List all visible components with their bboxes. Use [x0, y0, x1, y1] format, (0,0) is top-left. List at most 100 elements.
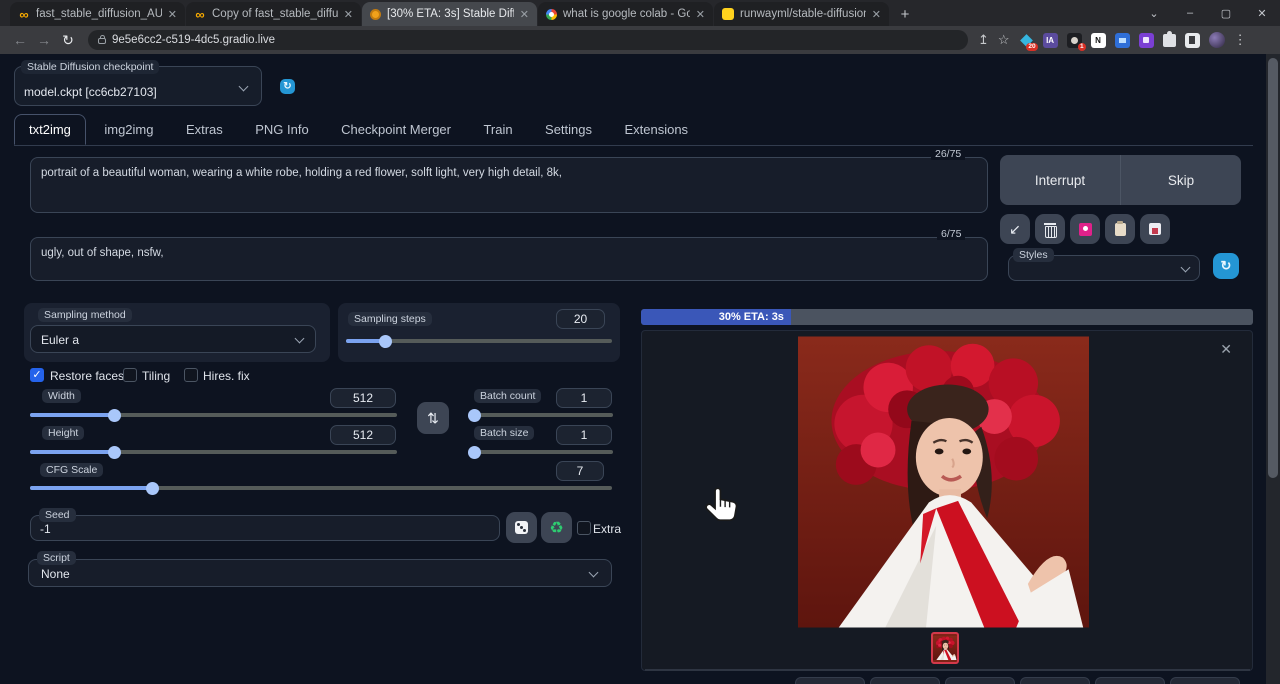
- width-slider[interactable]: [30, 413, 397, 417]
- styles-refresh-button[interactable]: ↻: [1213, 253, 1239, 279]
- kebab-menu-icon[interactable]: ⋮: [1234, 32, 1247, 48]
- paste-generation-params-button[interactable]: ↙: [1000, 214, 1030, 244]
- styles-dropdown[interactable]: Styles: [1008, 255, 1200, 281]
- extension-pin-icon[interactable]: 20: [1019, 33, 1034, 48]
- close-window-button[interactable]: ✕: [1244, 7, 1280, 20]
- tab-close-icon[interactable]: ✕: [344, 8, 353, 21]
- width-value[interactable]: 512: [330, 388, 396, 408]
- prompt-textarea[interactable]: portrait of a beautiful woman, wearing a…: [30, 157, 988, 213]
- output-button-stub[interactable]: [1020, 677, 1090, 684]
- extension-ia-icon[interactable]: IA: [1043, 33, 1058, 48]
- output-button-stub[interactable]: [945, 677, 1015, 684]
- gallery-thumbnail[interactable]: [931, 632, 959, 664]
- batch-size-value[interactable]: 1: [556, 425, 612, 445]
- slider-thumb[interactable]: [108, 409, 121, 422]
- seed-input[interactable]: Seed -1: [30, 515, 500, 541]
- slider-thumb[interactable]: [146, 482, 159, 495]
- generated-image-preview[interactable]: [798, 336, 1089, 628]
- batch-count-slider[interactable]: [468, 413, 613, 417]
- extension-notion-icon[interactable]: N: [1091, 33, 1106, 48]
- tab-close-icon[interactable]: ✕: [168, 8, 177, 21]
- reload-icon[interactable]: ↻: [56, 32, 80, 49]
- tiling-checkbox[interactable]: [123, 368, 137, 382]
- restore-faces-checkbox[interactable]: ✓: [30, 368, 44, 382]
- tab-search-icon[interactable]: ⌄: [1136, 7, 1172, 20]
- hires-fix-checkbox[interactable]: [184, 368, 198, 382]
- skip-button[interactable]: Skip: [1121, 155, 1241, 205]
- batch-count-value[interactable]: 1: [556, 388, 612, 408]
- extra-networks-button[interactable]: [1070, 214, 1100, 244]
- slider-thumb[interactable]: [379, 335, 392, 348]
- output-button-stub[interactable]: [1095, 677, 1165, 684]
- minimize-button[interactable]: –: [1172, 7, 1208, 19]
- tab-title: [30% ETA: 3s] Stable Diffusion: [387, 8, 514, 20]
- save-style-button[interactable]: [1140, 214, 1170, 244]
- height-value[interactable]: 512: [330, 425, 396, 445]
- tab-close-icon[interactable]: ✕: [520, 8, 529, 21]
- cfg-scale-value[interactable]: 7: [556, 461, 604, 481]
- tab-txt2img[interactable]: txt2img: [14, 114, 86, 145]
- bookmark-star-icon[interactable]: ☆: [998, 32, 1010, 48]
- sampling-steps-slider[interactable]: [346, 339, 612, 343]
- reuse-seed-button[interactable]: ♻: [541, 512, 572, 543]
- back-icon[interactable]: ←: [8, 32, 32, 48]
- apply-style-button[interactable]: [1105, 214, 1135, 244]
- tab-extensions[interactable]: Extensions: [610, 115, 702, 144]
- script-dropdown[interactable]: Script None: [28, 559, 612, 587]
- browser-tab-huggingface[interactable]: runwayml/stable-diffusion-v1 ✕: [714, 2, 889, 26]
- negative-prompt-text: ugly, out of shape, nsfw,: [41, 247, 164, 259]
- negative-prompt-textarea[interactable]: ugly, out of shape, nsfw,: [30, 237, 988, 281]
- huggingface-icon: [722, 8, 734, 20]
- maximize-button[interactable]: ▢: [1208, 7, 1244, 20]
- extensions-puzzle-icon[interactable]: [1163, 34, 1176, 47]
- floppy-save-icon: [1149, 223, 1161, 235]
- arrow-down-left-icon: ↙: [1009, 221, 1021, 238]
- tab-checkpoint-merger[interactable]: Checkpoint Merger: [327, 115, 465, 144]
- page-scrollbar[interactable]: [1266, 54, 1280, 684]
- tab-png-info[interactable]: PNG Info: [241, 115, 322, 144]
- sampling-steps-value[interactable]: 20: [556, 309, 605, 329]
- checkpoint-dropdown[interactable]: Stable Diffusion checkpoint model.ckpt […: [14, 66, 262, 106]
- url-bar[interactable]: 9e5e6cc2-c519-4dc5.gradio.live: [88, 30, 968, 50]
- sampling-method-dropdown[interactable]: Euler a: [30, 325, 316, 353]
- output-button-stub[interactable]: [795, 677, 865, 684]
- extension-purple-icon[interactable]: [1139, 33, 1154, 48]
- clear-prompt-button[interactable]: [1035, 214, 1065, 244]
- scrollbar-thumb[interactable]: [1268, 58, 1278, 478]
- slider-thumb[interactable]: [468, 409, 481, 422]
- tab-settings[interactable]: Settings: [531, 115, 606, 144]
- new-tab-button[interactable]: +: [893, 2, 917, 26]
- share-icon[interactable]: ↥: [978, 32, 989, 48]
- browser-tab-google-search[interactable]: what is google colab - Googl ✕: [538, 2, 713, 26]
- slider-thumb[interactable]: [468, 446, 481, 459]
- profile-avatar[interactable]: [1209, 32, 1225, 48]
- tab-close-icon[interactable]: ✕: [696, 8, 705, 21]
- batch-size-slider[interactable]: [468, 450, 613, 454]
- checkpoint-refresh-button[interactable]: ↻: [280, 79, 295, 94]
- extension-sidebar-icon[interactable]: [1185, 33, 1200, 48]
- close-preview-icon[interactable]: ✕: [1220, 341, 1232, 358]
- slider-thumb[interactable]: [108, 446, 121, 459]
- output-button-stub[interactable]: [1170, 677, 1240, 684]
- output-button-stub[interactable]: [870, 677, 940, 684]
- browser-tab-stable-diffusion[interactable]: [30% ETA: 3s] Stable Diffusion ✕: [362, 2, 537, 26]
- height-slider[interactable]: [30, 450, 397, 454]
- cfg-scale-slider[interactable]: [30, 486, 612, 490]
- recycle-icon: ♻: [549, 518, 563, 538]
- browser-navbar: ← → ↻ 9e5e6cc2-c519-4dc5.gradio.live ↥ ☆…: [0, 26, 1280, 54]
- tab-extras[interactable]: Extras: [172, 115, 237, 144]
- tab-close-icon[interactable]: ✕: [872, 8, 881, 21]
- random-seed-button[interactable]: [506, 512, 537, 543]
- forward-icon[interactable]: →: [32, 32, 56, 48]
- browser-tab-colab-2[interactable]: ∞ Copy of fast_stable_diffusion_ ✕: [186, 2, 361, 26]
- browser-tab-colab-1[interactable]: ∞ fast_stable_diffusion_AUTOMA ✕: [10, 2, 185, 26]
- tab-train[interactable]: Train: [469, 115, 526, 144]
- interrupt-button[interactable]: Interrupt: [1000, 155, 1120, 205]
- swap-dimensions-button[interactable]: ⇅: [417, 402, 449, 434]
- screen: ∞ fast_stable_diffusion_AUTOMA ✕ ∞ Copy …: [0, 0, 1280, 684]
- tab-img2img[interactable]: img2img: [90, 115, 167, 144]
- extension-blue-icon[interactable]: [1115, 33, 1130, 48]
- sampling-steps-label: Sampling steps: [348, 312, 432, 326]
- extension-face-icon[interactable]: 1: [1067, 33, 1082, 48]
- extra-seed-checkbox[interactable]: [577, 521, 591, 535]
